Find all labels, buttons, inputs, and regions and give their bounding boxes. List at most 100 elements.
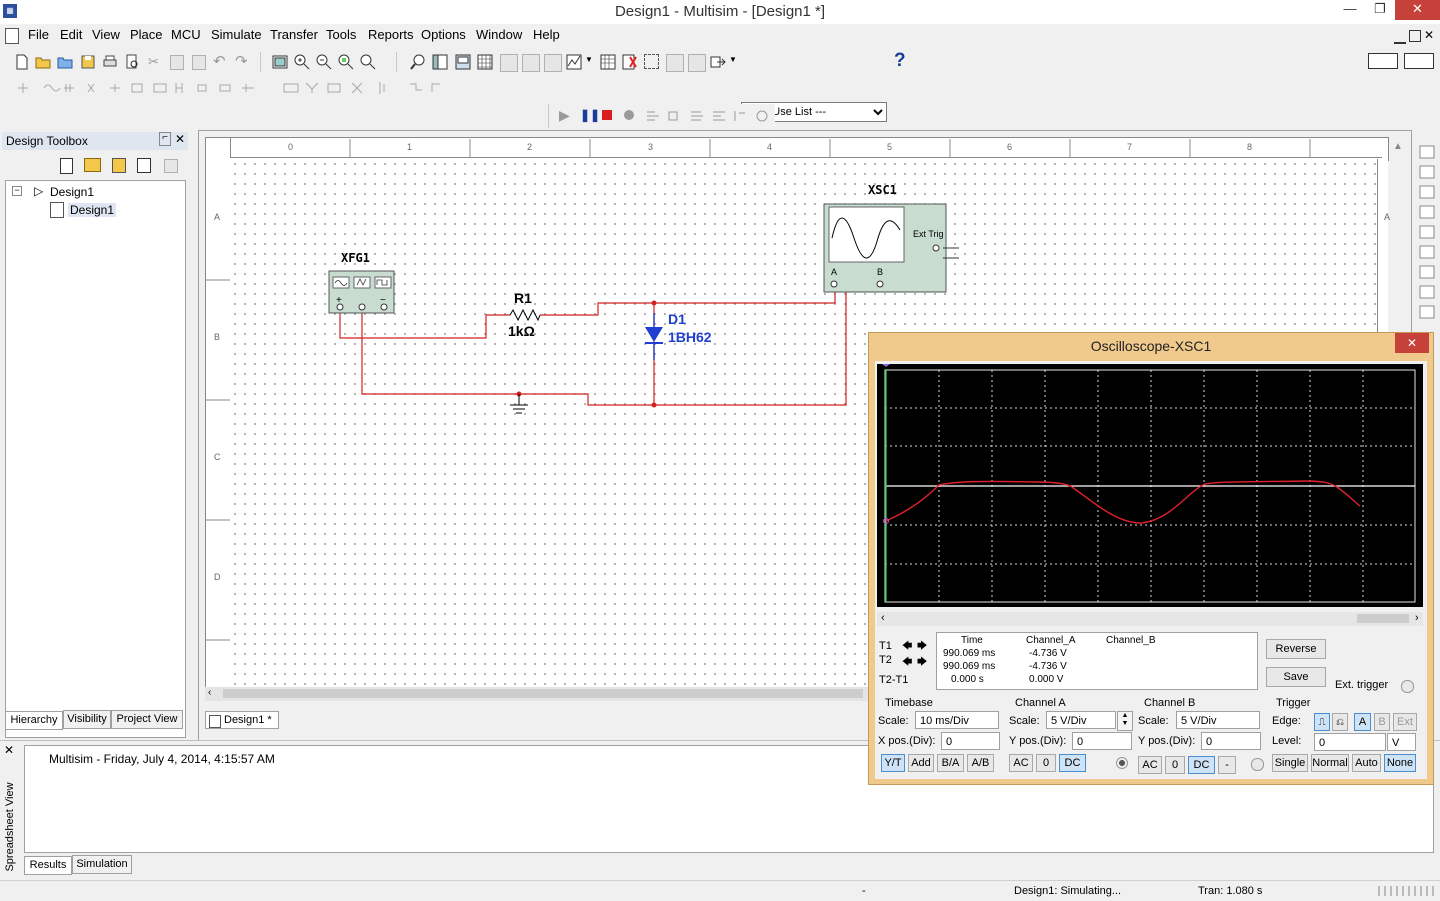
trigger-none-button[interactable]: None — [1384, 754, 1416, 772]
screen-scroll-thumb[interactable] — [1357, 614, 1409, 623]
menu-view[interactable]: View — [92, 27, 120, 42]
mode-add-button[interactable]: Add — [908, 754, 934, 772]
zoom-fit-icon[interactable] — [360, 54, 376, 70]
paste-icon[interactable] — [192, 55, 206, 70]
export-icon[interactable] — [710, 54, 726, 70]
redo-icon[interactable]: ↷ — [235, 52, 251, 70]
horizontal-scrollbar[interactable]: ‹ — [205, 687, 869, 701]
menu-transfer[interactable]: Transfer — [270, 27, 318, 42]
channel-b-ac-button[interactable]: AC — [1138, 756, 1162, 774]
resize-grip-icon[interactable] — [1378, 886, 1434, 896]
grid-icon[interactable] — [477, 54, 493, 70]
screen-scrollbar[interactable]: ‹ › — [877, 612, 1423, 626]
breadboard-icon[interactable] — [522, 54, 540, 72]
cut-icon[interactable]: ✂ — [148, 54, 164, 70]
channel-b-zero-button[interactable]: 0 — [1165, 756, 1185, 774]
run-icon[interactable]: ▶ — [559, 107, 570, 124]
zoom-in-icon[interactable] — [294, 54, 310, 70]
close-design-icon[interactable] — [137, 158, 151, 173]
trigger-single-button[interactable]: Single — [1272, 754, 1308, 772]
trigger-source-b-button[interactable]: B — [1374, 713, 1390, 731]
menu-options[interactable]: Options — [421, 27, 466, 42]
tree-child-item[interactable]: Design1 — [68, 203, 117, 217]
r1-ref-label[interactable]: R1 — [514, 290, 532, 306]
mode-ba-button[interactable]: B/A — [937, 754, 964, 772]
channel-a-ypos-field[interactable]: 0 — [1072, 732, 1132, 750]
back-annotate-icon[interactable] — [666, 54, 684, 72]
spreadsheet-toggle-icon[interactable] — [455, 54, 471, 70]
channel-a-dc-button[interactable]: DC — [1059, 754, 1086, 772]
trigger-level-field[interactable]: 0 — [1314, 733, 1386, 751]
menu-place[interactable]: Place — [130, 27, 163, 42]
toolbox-toggle-icon[interactable] — [432, 54, 448, 70]
save-design-icon[interactable] — [112, 158, 126, 173]
toolbox-pin-button[interactable]: ⌐ — [159, 132, 171, 146]
channel-a-scale-field[interactable]: 5 V/Div — [1046, 711, 1116, 729]
r1-value-label[interactable]: 1kΩ — [508, 323, 535, 339]
tab-visibility[interactable]: Visibility — [63, 710, 111, 729]
channel-b-scale-field[interactable]: 5 V/Div — [1176, 711, 1260, 729]
grapher-icon[interactable] — [566, 54, 582, 70]
postprocessor-icon[interactable] — [600, 54, 616, 70]
undo-icon[interactable]: ↶ — [213, 52, 229, 70]
probe-icon[interactable] — [624, 110, 634, 120]
print-icon[interactable] — [102, 54, 118, 70]
mdi-close-button[interactable]: ✕ — [1424, 28, 1434, 42]
simulate-switch-icon[interactable] — [1404, 53, 1434, 69]
t1-right-arrow-icon[interactable]: 🡆 — [917, 639, 927, 656]
search-icon[interactable] — [410, 54, 426, 70]
tab-hierarchy[interactable]: Hierarchy — [5, 711, 63, 730]
oscilloscope-close-button[interactable]: ✕ — [1395, 333, 1429, 353]
new-design-icon[interactable] — [60, 158, 73, 174]
trigger-normal-button[interactable]: Normal — [1311, 754, 1349, 772]
channel-a-scale-spinner[interactable]: ▲ ▼ — [1117, 711, 1133, 731]
trigger-level-unit[interactable]: V — [1387, 733, 1416, 751]
mode-yt-button[interactable]: Y/T — [881, 754, 905, 772]
trigger-source-a-button[interactable]: A — [1354, 713, 1371, 731]
trigger-auto-button[interactable]: Auto — [1352, 754, 1381, 772]
export-dropdown-icon[interactable]: ▼ — [729, 55, 737, 64]
component-wizard-icon[interactable] — [544, 54, 562, 72]
scroll-right-icon[interactable]: › — [1415, 612, 1419, 624]
save-button[interactable]: Save — [1266, 667, 1326, 687]
open-folder-icon[interactable] — [35, 54, 51, 70]
select-area-icon[interactable] — [644, 54, 659, 69]
help-icon[interactable]: ? — [894, 50, 906, 72]
spreadsheet-close-button[interactable]: ✕ — [4, 743, 14, 757]
t2-left-arrow-icon[interactable]: 🡄 — [902, 655, 912, 672]
zoom-out-icon[interactable] — [316, 54, 332, 70]
trigger-source-ext-button[interactable]: Ext — [1393, 713, 1417, 731]
zoom-area-icon[interactable] — [338, 54, 354, 70]
erc-icon[interactable] — [622, 54, 638, 70]
menu-mcu[interactable]: MCU — [171, 27, 201, 42]
tree-root-item[interactable]: Design1 — [50, 185, 94, 199]
xpos-field[interactable]: 0 — [941, 732, 1000, 750]
full-screen-icon[interactable] — [272, 54, 288, 70]
channel-a-zero-button[interactable]: 0 — [1036, 754, 1056, 772]
menu-reports[interactable]: Reports — [368, 27, 414, 42]
channel-a-terminal[interactable] — [1116, 757, 1128, 769]
channel-b-ypos-field[interactable]: 0 — [1201, 732, 1261, 750]
scroll-left-icon[interactable]: ‹ — [881, 612, 885, 624]
channel-a-ac-button[interactable]: AC — [1009, 754, 1033, 772]
menu-help[interactable]: Help — [533, 27, 560, 42]
restore-button[interactable]: ❐ — [1365, 0, 1395, 20]
pause-icon[interactable]: ❚❚ — [580, 108, 600, 122]
timebase-scale-field[interactable]: 10 ms/Div — [915, 711, 999, 729]
copy-icon[interactable] — [170, 55, 184, 70]
database-icon[interactable] — [500, 54, 518, 72]
t2-right-arrow-icon[interactable]: 🡆 — [917, 655, 927, 672]
mode-ab-button[interactable]: A/B — [967, 754, 994, 772]
new-file-icon[interactable] — [14, 54, 30, 70]
tab-results[interactable]: Results — [24, 856, 72, 875]
channel-b-invert-button[interactable]: - — [1218, 756, 1236, 774]
rising-edge-icon[interactable]: ⎍ — [1314, 713, 1330, 731]
forward-annotate-icon[interactable] — [688, 54, 706, 72]
toolbox-close-button[interactable]: ✕ — [175, 132, 185, 146]
d1-ref-label[interactable]: D1 — [668, 311, 686, 327]
minimize-button[interactable]: — — [1335, 0, 1365, 20]
menu-tools[interactable]: Tools — [326, 27, 356, 42]
falling-edge-icon[interactable]: ⎌ — [1332, 713, 1348, 731]
delete-design-icon[interactable] — [164, 159, 178, 173]
print-preview-icon[interactable] — [124, 54, 140, 70]
